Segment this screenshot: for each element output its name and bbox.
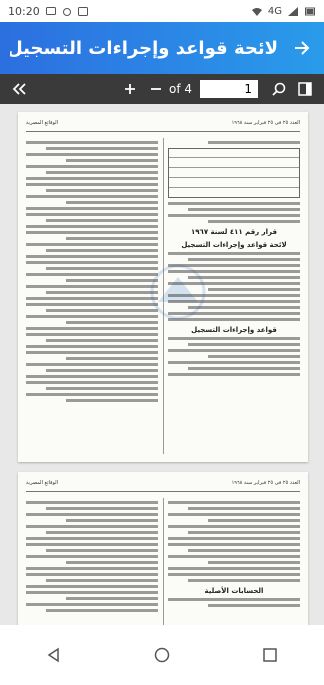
column-divider xyxy=(163,498,164,625)
message-icon xyxy=(45,6,56,15)
page-column-left xyxy=(26,138,158,454)
app-bar: لائحة قواعد وإجراءات التسجيل بالمؤ... xyxy=(0,22,324,74)
sidebar-toggle-button[interactable] xyxy=(292,76,318,102)
triangle-back-icon xyxy=(47,647,59,663)
circle-home-icon xyxy=(154,647,170,663)
battery-icon xyxy=(305,7,315,15)
page-column-right: قرار رقم ٤١١ لسنة ١٩٦٧ لائحة قواعد وإجرا… xyxy=(168,138,300,454)
nav-recents-button[interactable] xyxy=(250,635,290,675)
minus-icon xyxy=(150,88,161,90)
plus-icon xyxy=(124,84,135,94)
decision-heading: قرار رقم ٤١١ لسنة ١٩٦٧ xyxy=(191,228,277,236)
document-title: لائحة قواعد وإجراءات التسجيل بالمؤ... xyxy=(10,37,278,59)
header-right: العدد ٢٥ فى ٢٥ فبراير سنة ١٩٦٨ xyxy=(231,120,300,126)
nav-back-button[interactable] xyxy=(34,635,74,675)
page-column-left xyxy=(26,498,158,625)
pdf-toolbar: of 4 1 xyxy=(0,74,324,104)
zoom-in-button[interactable] xyxy=(117,76,143,102)
network-label: 4G xyxy=(267,5,282,17)
regulation-heading: لائحة قواعد وإجراءات التسجيل xyxy=(181,241,287,249)
pdf-page-2[interactable]: العدد ٢٥ فى ٢٥ فبراير سنة ١٩٦٨ الوقائع ا… xyxy=(18,472,308,625)
search-button[interactable] xyxy=(266,76,292,102)
arrow-right-icon xyxy=(295,41,310,55)
square-recents-icon xyxy=(263,648,277,662)
page-number-input[interactable]: 1 xyxy=(200,80,258,98)
wifi-icon xyxy=(251,7,262,16)
header-left: الوقائع المصرية xyxy=(26,120,59,126)
header-left: الوقائع المصرية xyxy=(26,480,59,486)
sidebar-icon xyxy=(298,82,312,96)
page-column-right: الحسابات الأصلية xyxy=(168,498,300,625)
page-header: العدد ٢٥ فى ٢٥ فبراير سنة ١٩٦٨ الوقائع ا… xyxy=(26,480,300,492)
section-heading: قواعد وإجراءات التسجيل xyxy=(191,326,277,334)
pdf-page-1[interactable]: العدد ٢٥ فى ٢٥ فبراير سنة ١٩٦٨ الوقائع ا… xyxy=(18,112,308,462)
data-table xyxy=(168,148,300,198)
status-bar: 10:20 4G xyxy=(0,0,324,22)
signal-icon xyxy=(288,6,298,16)
zoom-out-button[interactable] xyxy=(143,76,169,102)
collapse-button[interactable] xyxy=(6,76,32,102)
status-time: 10:20 xyxy=(8,4,40,18)
page-header: العدد ٢٥ فى ٢٥ فبراير سنة ١٩٦٨ الوقائع ا… xyxy=(26,120,300,132)
back-button[interactable] xyxy=(290,36,314,60)
search-icon xyxy=(272,82,286,96)
media-icon xyxy=(77,6,88,16)
document-viewer[interactable]: العدد ٢٥ فى ٢٥ فبراير سنة ١٩٦٨ الوقائع ا… xyxy=(0,104,324,625)
system-nav-bar xyxy=(0,625,324,685)
page-count: of 4 xyxy=(168,82,192,96)
alarm-icon xyxy=(62,7,71,16)
section-heading: الحسابات الأصلية xyxy=(204,587,264,595)
double-chevron-left-icon xyxy=(12,83,26,95)
header-right: العدد ٢٥ فى ٢٥ فبراير سنة ١٩٦٨ xyxy=(231,480,300,486)
nav-home-button[interactable] xyxy=(142,635,182,675)
